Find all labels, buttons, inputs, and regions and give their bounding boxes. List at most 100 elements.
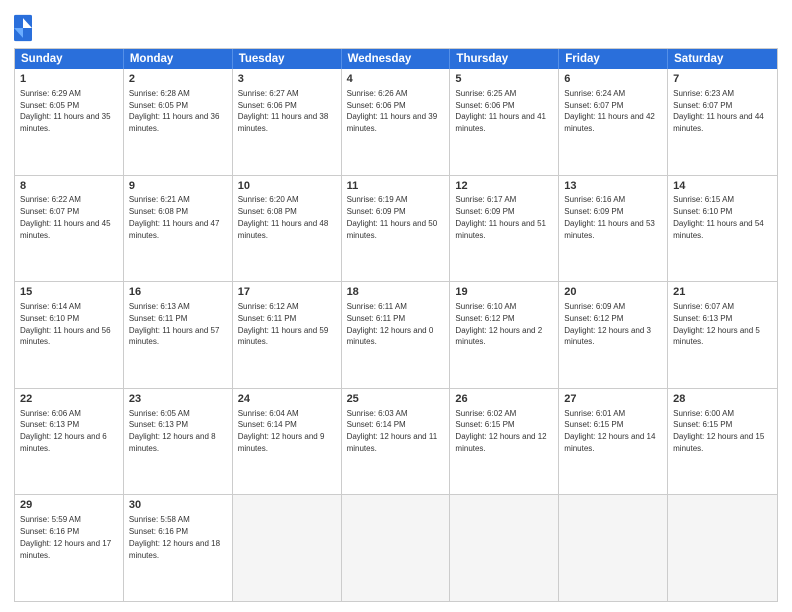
day-number: 10: [238, 179, 336, 194]
logo-icon: [14, 14, 32, 42]
sunset-info: Sunset: 6:12 PM: [564, 314, 623, 323]
daylight-info: Daylight: 11 hours and 39 minutes.: [347, 112, 438, 133]
daylight-info: Daylight: 12 hours and 0 minutes.: [347, 326, 434, 347]
daylight-info: Daylight: 12 hours and 14 minutes.: [564, 432, 655, 453]
sunrise-info: Sunrise: 6:13 AM: [129, 302, 190, 311]
day-number: 6: [564, 72, 662, 87]
calendar-cell: 14 Sunrise: 6:15 AM Sunset: 6:10 PM Dayl…: [668, 176, 777, 282]
sunset-info: Sunset: 6:08 PM: [129, 207, 188, 216]
calendar-cell: 10 Sunrise: 6:20 AM Sunset: 6:08 PM Dayl…: [233, 176, 342, 282]
calendar-header: SundayMondayTuesdayWednesdayThursdayFrid…: [15, 49, 777, 69]
sunset-info: Sunset: 6:11 PM: [347, 314, 406, 323]
day-number: 3: [238, 72, 336, 87]
sunrise-info: Sunrise: 6:27 AM: [238, 89, 299, 98]
calendar-cell: 1 Sunrise: 6:29 AM Sunset: 6:05 PM Dayli…: [15, 69, 124, 175]
day-number: 26: [455, 392, 553, 407]
sunset-info: Sunset: 6:05 PM: [129, 101, 188, 110]
day-number: 21: [673, 285, 772, 300]
calendar-cell-empty: [450, 495, 559, 601]
calendar-cell: 27 Sunrise: 6:01 AM Sunset: 6:15 PM Dayl…: [559, 389, 668, 495]
day-number: 25: [347, 392, 445, 407]
daylight-info: Daylight: 11 hours and 57 minutes.: [129, 326, 220, 347]
calendar-cell: 5 Sunrise: 6:25 AM Sunset: 6:06 PM Dayli…: [450, 69, 559, 175]
calendar-cell: 19 Sunrise: 6:10 AM Sunset: 6:12 PM Dayl…: [450, 282, 559, 388]
calendar-cell: 8 Sunrise: 6:22 AM Sunset: 6:07 PM Dayli…: [15, 176, 124, 282]
sunrise-info: Sunrise: 6:02 AM: [455, 409, 516, 418]
sunrise-info: Sunrise: 6:06 AM: [20, 409, 81, 418]
calendar-cell: 16 Sunrise: 6:13 AM Sunset: 6:11 PM Dayl…: [124, 282, 233, 388]
daylight-info: Daylight: 12 hours and 11 minutes.: [347, 432, 438, 453]
calendar-row: 15 Sunrise: 6:14 AM Sunset: 6:10 PM Dayl…: [15, 281, 777, 388]
day-number: 15: [20, 285, 118, 300]
daylight-info: Daylight: 12 hours and 9 minutes.: [238, 432, 325, 453]
calendar-cell: 6 Sunrise: 6:24 AM Sunset: 6:07 PM Dayli…: [559, 69, 668, 175]
sunset-info: Sunset: 6:13 PM: [673, 314, 732, 323]
calendar-cell: 23 Sunrise: 6:05 AM Sunset: 6:13 PM Dayl…: [124, 389, 233, 495]
calendar-day-header: Thursday: [450, 49, 559, 69]
day-number: 27: [564, 392, 662, 407]
sunrise-info: Sunrise: 6:23 AM: [673, 89, 734, 98]
sunrise-info: Sunrise: 6:17 AM: [455, 195, 516, 204]
calendar-cell: 17 Sunrise: 6:12 AM Sunset: 6:11 PM Dayl…: [233, 282, 342, 388]
daylight-info: Daylight: 12 hours and 17 minutes.: [20, 539, 111, 560]
calendar-cell-empty: [668, 495, 777, 601]
sunrise-info: Sunrise: 6:10 AM: [455, 302, 516, 311]
daylight-info: Daylight: 11 hours and 41 minutes.: [455, 112, 546, 133]
sunrise-info: Sunrise: 6:04 AM: [238, 409, 299, 418]
calendar-cell: 26 Sunrise: 6:02 AM Sunset: 6:15 PM Dayl…: [450, 389, 559, 495]
sunrise-info: Sunrise: 6:01 AM: [564, 409, 625, 418]
sunset-info: Sunset: 6:06 PM: [238, 101, 297, 110]
daylight-info: Daylight: 11 hours and 53 minutes.: [564, 219, 655, 240]
daylight-info: Daylight: 12 hours and 12 minutes.: [455, 432, 546, 453]
daylight-info: Daylight: 11 hours and 51 minutes.: [455, 219, 546, 240]
calendar-cell: 30 Sunrise: 5:58 AM Sunset: 6:16 PM Dayl…: [124, 495, 233, 601]
sunset-info: Sunset: 6:14 PM: [238, 420, 297, 429]
daylight-info: Daylight: 12 hours and 6 minutes.: [20, 432, 107, 453]
day-number: 17: [238, 285, 336, 300]
day-number: 22: [20, 392, 118, 407]
sunset-info: Sunset: 6:12 PM: [455, 314, 514, 323]
day-number: 16: [129, 285, 227, 300]
sunset-info: Sunset: 6:13 PM: [20, 420, 79, 429]
day-number: 4: [347, 72, 445, 87]
sunrise-info: Sunrise: 6:00 AM: [673, 409, 734, 418]
sunset-info: Sunset: 6:07 PM: [20, 207, 79, 216]
calendar-row: 29 Sunrise: 5:59 AM Sunset: 6:16 PM Dayl…: [15, 494, 777, 601]
page: SundayMondayTuesdayWednesdayThursdayFrid…: [0, 0, 792, 612]
sunrise-info: Sunrise: 6:29 AM: [20, 89, 81, 98]
sunrise-info: Sunrise: 6:26 AM: [347, 89, 408, 98]
calendar-cell: 13 Sunrise: 6:16 AM Sunset: 6:09 PM Dayl…: [559, 176, 668, 282]
sunset-info: Sunset: 6:11 PM: [238, 314, 297, 323]
day-number: 20: [564, 285, 662, 300]
calendar-row: 8 Sunrise: 6:22 AM Sunset: 6:07 PM Dayli…: [15, 175, 777, 282]
sunset-info: Sunset: 6:08 PM: [238, 207, 297, 216]
day-number: 7: [673, 72, 772, 87]
day-number: 5: [455, 72, 553, 87]
daylight-info: Daylight: 11 hours and 38 minutes.: [238, 112, 329, 133]
day-number: 23: [129, 392, 227, 407]
sunrise-info: Sunrise: 6:20 AM: [238, 195, 299, 204]
calendar-day-header: Monday: [124, 49, 233, 69]
calendar-day-header: Sunday: [15, 49, 124, 69]
day-number: 29: [20, 498, 118, 513]
calendar-row: 22 Sunrise: 6:06 AM Sunset: 6:13 PM Dayl…: [15, 388, 777, 495]
daylight-info: Daylight: 12 hours and 5 minutes.: [673, 326, 760, 347]
sunset-info: Sunset: 6:11 PM: [129, 314, 188, 323]
daylight-info: Daylight: 11 hours and 42 minutes.: [564, 112, 655, 133]
day-number: 9: [129, 179, 227, 194]
calendar-cell: 7 Sunrise: 6:23 AM Sunset: 6:07 PM Dayli…: [668, 69, 777, 175]
sunset-info: Sunset: 6:16 PM: [129, 527, 188, 536]
sunrise-info: Sunrise: 6:14 AM: [20, 302, 81, 311]
daylight-info: Daylight: 12 hours and 15 minutes.: [673, 432, 764, 453]
day-number: 18: [347, 285, 445, 300]
daylight-info: Daylight: 11 hours and 50 minutes.: [347, 219, 438, 240]
calendar: SundayMondayTuesdayWednesdayThursdayFrid…: [14, 48, 778, 602]
sunset-info: Sunset: 6:15 PM: [673, 420, 732, 429]
sunset-info: Sunset: 6:15 PM: [564, 420, 623, 429]
daylight-info: Daylight: 12 hours and 8 minutes.: [129, 432, 216, 453]
day-number: 24: [238, 392, 336, 407]
header: [14, 10, 778, 42]
sunrise-info: Sunrise: 6:19 AM: [347, 195, 408, 204]
day-number: 8: [20, 179, 118, 194]
calendar-day-header: Friday: [559, 49, 668, 69]
